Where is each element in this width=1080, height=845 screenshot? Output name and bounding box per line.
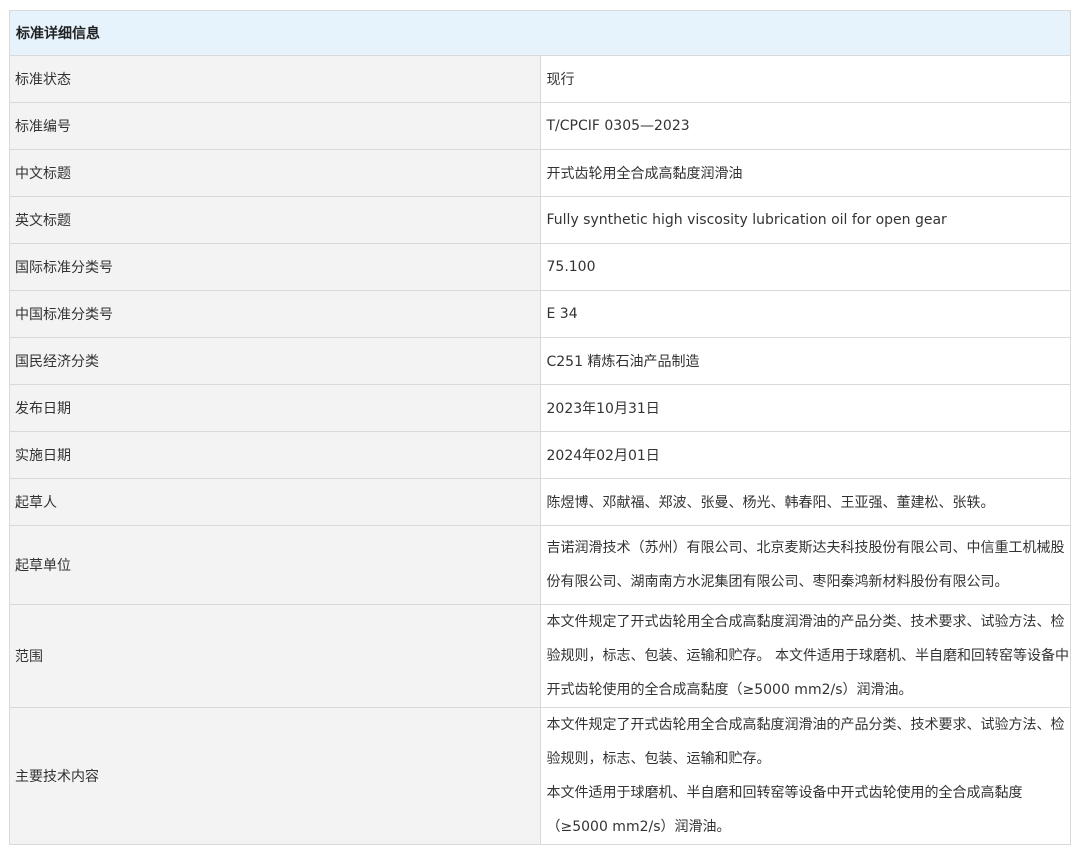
row-value-drafting-units: 吉诺润滑技术（苏州）有限公司、北京麦斯达夫科技股份有限公司、中信重工机械股份有限… [539,525,1071,605]
row-value-main-content: 本文件规定了开式齿轮用全合成高黏度润滑油的产品分类、技术要求、试验方法、检验规则… [539,707,1071,845]
table-row: 发布日期 2023年10月31日 [9,384,1071,432]
row-label-scope: 范围 [9,604,541,708]
row-value-chinese-title: 开式齿轮用全合成高黏度润滑油 [539,149,1071,197]
row-label-chinese-title: 中文标题 [9,149,541,197]
row-value-number: T/CPCIF 0305—2023 [539,102,1071,150]
row-label-economic-class: 国民经济分类 [9,337,541,385]
table-row: 中文标题 开式齿轮用全合成高黏度润滑油 [9,149,1071,197]
row-value-publish-date: 2023年10月31日 [539,384,1071,432]
row-label-ccs: 中国标准分类号 [9,290,541,338]
table-row: 标准状态 现行 [9,55,1071,103]
row-label-main-content: 主要技术内容 [9,707,541,845]
table-row: 国际标准分类号 75.100 [9,243,1071,291]
row-value-english-title: Fully synthetic high viscosity lubricati… [539,196,1071,244]
row-label-number: 标准编号 [9,102,541,150]
standard-detail-panel: 标准详细信息 标准状态 现行 标准编号 T/CPCIF 0305—2023 中文… [9,10,1071,845]
table-row: 中国标准分类号 E 34 [9,290,1071,338]
row-label-publish-date: 发布日期 [9,384,541,432]
row-label-effective-date: 实施日期 [9,431,541,479]
table-row: 主要技术内容 本文件规定了开式齿轮用全合成高黏度润滑油的产品分类、技术要求、试验… [9,707,1071,845]
table-row: 实施日期 2024年02月01日 [9,431,1071,479]
table-row: 标准编号 T/CPCIF 0305—2023 [9,102,1071,150]
table-title: 标准详细信息 [9,10,1071,56]
row-label-drafters: 起草人 [9,478,541,526]
main-content-line: 本文件适用于球磨机、半自磨和回转窑等设备中开式齿轮使用的全合成高黏度（≥5000… [546,785,1023,835]
row-value-economic-class: C251 精炼石油产品制造 [539,337,1071,385]
row-label-ics: 国际标准分类号 [9,243,541,291]
row-value-status: 现行 [539,55,1071,103]
table-row: 国民经济分类 C251 精炼石油产品制造 [9,337,1071,385]
row-value-ccs: E 34 [539,290,1071,338]
row-value-effective-date: 2024年02月01日 [539,431,1071,479]
row-value-ics: 75.100 [539,243,1071,291]
row-label-english-title: 英文标题 [9,196,541,244]
table-row: 起草人 陈煜博、邓献福、郑波、张曼、杨光、韩春阳、王亚强、董建松、张轶。 [9,478,1071,526]
row-label-status: 标准状态 [9,55,541,103]
table-row: 起草单位 吉诺润滑技术（苏州）有限公司、北京麦斯达夫科技股份有限公司、中信重工机… [9,525,1071,605]
table-header-row: 标准详细信息 [9,10,1071,56]
standard-detail-table: 标准详细信息 标准状态 现行 标准编号 T/CPCIF 0305—2023 中文… [9,10,1071,845]
main-content-line: 本文件规定了开式齿轮用全合成高黏度润滑油的产品分类、技术要求、试验方法、检验规则… [546,717,1065,767]
table-row: 英文标题 Fully synthetic high viscosity lubr… [9,196,1071,244]
table-row: 范围 本文件规定了开式齿轮用全合成高黏度润滑油的产品分类、技术要求、试验方法、检… [9,604,1071,708]
row-label-drafting-units: 起草单位 [9,525,541,605]
row-value-scope: 本文件规定了开式齿轮用全合成高黏度润滑油的产品分类、技术要求、试验方法、检验规则… [539,604,1071,708]
row-value-drafters: 陈煜博、邓献福、郑波、张曼、杨光、韩春阳、王亚强、董建松、张轶。 [539,478,1071,526]
